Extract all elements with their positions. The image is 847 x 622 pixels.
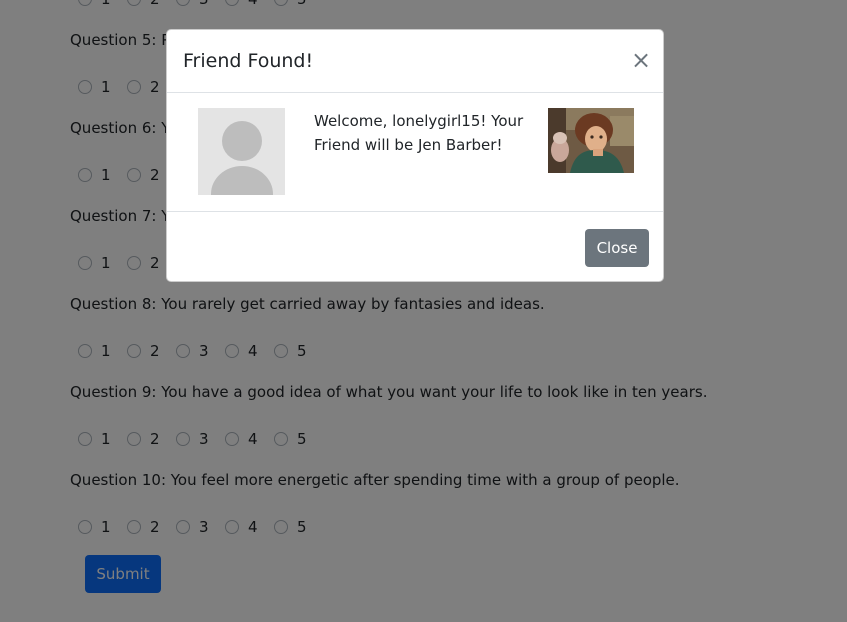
modal-header: Friend Found! × bbox=[167, 30, 663, 93]
close-icon[interactable]: × bbox=[631, 48, 651, 72]
survey-page: 1 2 3 4 5 Question 5: Pe 1 2 3 4 5 Quest… bbox=[0, 0, 847, 622]
close-button[interactable]: Close bbox=[585, 229, 649, 267]
user-placeholder-icon bbox=[198, 108, 285, 195]
friend-photo bbox=[548, 108, 634, 173]
friend-found-modal: Friend Found! × Welcome, lonelygirl15! Y… bbox=[166, 29, 664, 282]
modal-footer: Close bbox=[167, 211, 663, 281]
welcome-message: Welcome, lonelygirl15! Your Friend will … bbox=[314, 112, 524, 154]
modal-title: Friend Found! bbox=[183, 50, 314, 72]
